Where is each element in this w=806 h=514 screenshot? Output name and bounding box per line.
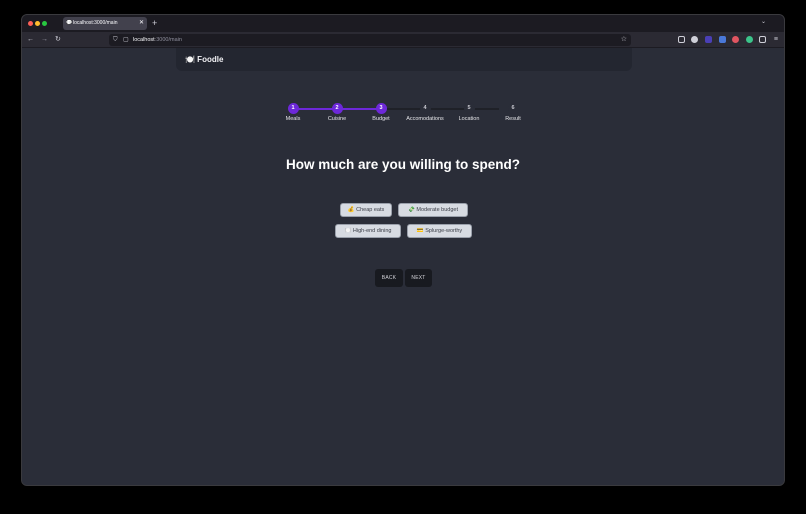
option-moderate-budget-button[interactable]: 💸 Moderate budget	[398, 203, 468, 217]
new-tab-button[interactable]: +	[152, 17, 157, 30]
address-bar[interactable]: ⛉ ▢ localhost:3000/main ☆	[109, 34, 631, 46]
puzzle-icon[interactable]	[759, 36, 766, 43]
shield-icon[interactable]: ⛉	[113, 34, 118, 46]
extension-icon[interactable]	[746, 36, 753, 43]
back-arrow-icon[interactable]: ←	[27, 34, 34, 46]
extension-icon[interactable]	[732, 36, 739, 43]
minimize-window-button[interactable]	[35, 21, 40, 26]
step-number: 5	[463, 103, 475, 114]
option-high-end-dining-button[interactable]: 🍽️ High-end dining	[335, 224, 401, 238]
step-result: 6 Result	[483, 103, 543, 122]
question-heading: How much are you willing to spend?	[285, 157, 520, 172]
nav-toolbar: ← → ↻ ⛉ ▢ localhost:3000/main ☆ ≡	[22, 32, 784, 48]
browser-tab[interactable]: 💬 localhost:3000/main ✕	[63, 17, 147, 30]
reload-icon[interactable]: ↻	[55, 34, 61, 46]
brand-logo[interactable]: 🍽️ Foodle	[185, 48, 223, 71]
extension-icon[interactable]	[705, 36, 712, 43]
step-label: Result	[505, 116, 521, 122]
browser-window: 💬 localhost:3000/main ✕ + ⌄ ← → ↻ ⛉ ▢ lo…	[21, 14, 785, 486]
step-number: 4	[419, 103, 431, 114]
speech-bubble-icon: 💬	[66, 20, 73, 26]
pocket-icon[interactable]	[678, 36, 685, 43]
hamburger-menu-icon[interactable]: ≡	[774, 34, 778, 46]
step-number: 1	[287, 103, 299, 114]
close-window-button[interactable]	[28, 21, 33, 26]
option-splurge-worthy-button[interactable]: 💳 Splurge-worthy	[407, 224, 472, 238]
maximize-window-button[interactable]	[42, 21, 47, 26]
next-button[interactable]: NEXT	[405, 269, 432, 287]
close-tab-icon[interactable]: ✕	[139, 17, 144, 30]
forward-arrow-icon[interactable]: →	[41, 34, 48, 46]
tab-list-chevron-icon[interactable]: ⌄	[761, 18, 766, 25]
step-number: 2	[331, 103, 343, 114]
url-text[interactable]: localhost:3000/main	[133, 34, 182, 46]
step-number: 6	[507, 103, 519, 114]
page-icon[interactable]: ▢	[123, 34, 129, 46]
page-content: 🍽️ Foodle 1 Meals 2 Cuisine 3 Budget 4 A…	[22, 48, 784, 485]
back-button[interactable]: BACK	[375, 269, 403, 287]
tab-title: localhost:3000/main	[73, 20, 118, 26]
extension-icon[interactable]	[691, 36, 698, 43]
extension-icon[interactable]	[719, 36, 726, 43]
app-header: 🍽️ Foodle	[176, 48, 632, 71]
tab-bar: 💬 localhost:3000/main ✕ + ⌄	[22, 15, 784, 32]
step-number: 3	[375, 103, 387, 114]
bookmark-star-icon[interactable]: ☆	[621, 34, 627, 46]
progress-stepper: 1 Meals 2 Cuisine 3 Budget 4 Accomodatio…	[270, 103, 521, 133]
option-cheap-eats-button[interactable]: 💰 Cheap eats	[340, 203, 392, 217]
